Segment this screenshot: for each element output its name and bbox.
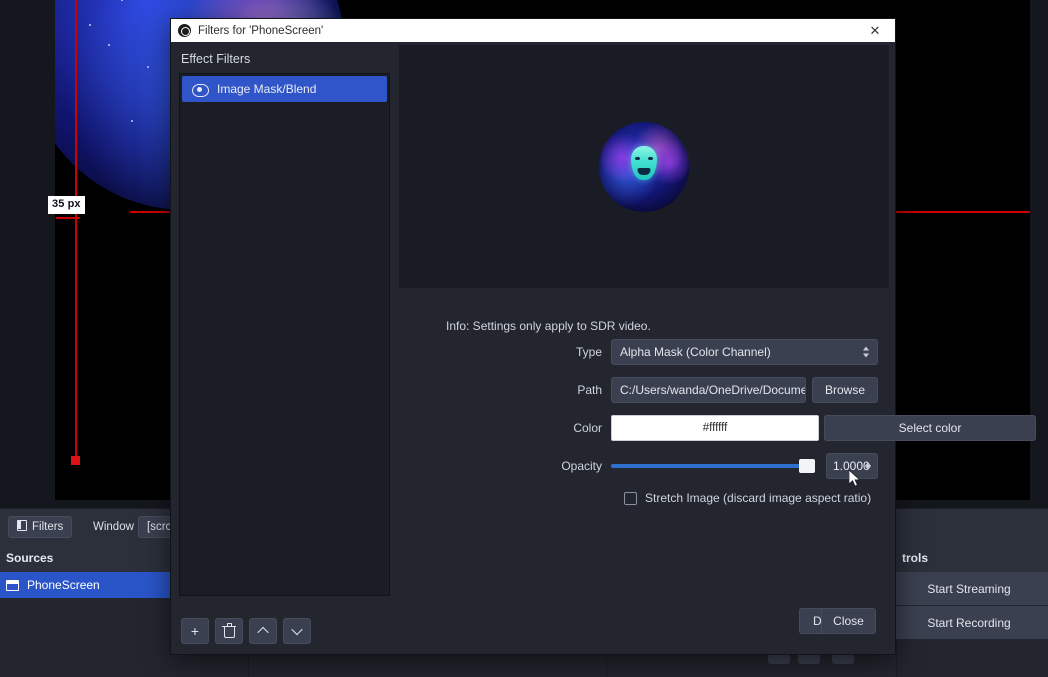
color-swatch-input[interactable]: #ffffff (611, 415, 819, 441)
opacity-spinner-icon[interactable] (865, 462, 872, 470)
opacity-slider[interactable] (611, 453, 815, 479)
guide-line-vertical (75, 0, 77, 462)
filter-actions: + (181, 618, 311, 644)
dialog-body: Effect Filters Image Mask/Blend + Info: … (171, 42, 1036, 654)
color-label: Color (573, 421, 602, 435)
opacity-row: Opacity 1.0000 (398, 453, 895, 479)
start-recording-button[interactable]: Start Recording (896, 606, 1048, 640)
remove-filter-button[interactable] (215, 618, 243, 644)
opacity-slider-fill (611, 464, 809, 468)
filters-button[interactable]: Filters (8, 516, 73, 538)
filter-list-item-label: Image Mask/Blend (217, 82, 317, 96)
type-select[interactable]: Alpha Mask (Color Channel) (611, 339, 878, 365)
filter-settings-panel: Info: Settings only apply to SDR video. … (398, 42, 1036, 654)
opacity-slider-handle[interactable] (799, 459, 815, 473)
stretch-image-checkbox[interactable] (624, 491, 637, 505)
filters-icon (17, 520, 27, 531)
opacity-value-input[interactable]: 1.0000 (826, 453, 878, 479)
masked-preview-image (599, 121, 689, 212)
start-streaming-button[interactable]: Start Streaming (896, 572, 1048, 606)
window-label: Window (93, 521, 134, 533)
source-list-item[interactable]: PhoneScreen (0, 572, 178, 598)
effect-filters-panel: Effect Filters Image Mask/Blend + (171, 42, 398, 654)
move-filter-up-button[interactable] (249, 618, 277, 644)
dialog-titlebar[interactable]: Filters for 'PhoneScreen' ✕ (171, 19, 895, 42)
path-row: Path C:/Users/wanda/OneDrive/Documents/p… (398, 377, 895, 403)
path-label: Path (577, 383, 602, 397)
opacity-slider-track[interactable] (611, 459, 815, 473)
filters-dialog: Filters for 'PhoneScreen' ✕ Effect Filte… (170, 18, 1036, 655)
select-color-button[interactable]: Select color (824, 415, 1036, 441)
source-list-item-label: PhoneScreen (27, 578, 100, 592)
close-button[interactable]: Close (821, 608, 876, 634)
close-icon[interactable]: ✕ (855, 19, 895, 42)
browse-button[interactable]: Browse (812, 377, 878, 403)
spinner-updown-icon[interactable] (863, 346, 870, 358)
chevron-down-icon (291, 623, 303, 636)
color-row: Color #ffffff Select color (398, 415, 1036, 441)
effect-filters-header: Effect Filters (181, 52, 251, 66)
type-select-value: Alpha Mask (Color Channel) (620, 345, 771, 359)
filter-video-preview (399, 45, 889, 288)
add-filter-label: + (190, 623, 200, 639)
dialog-footer: Defaults Close (625, 600, 895, 654)
filter-list-item[interactable]: Image Mask/Blend (182, 76, 387, 102)
opacity-label: Opacity (561, 459, 602, 473)
stretch-image-label: Stretch Image (discard image aspect rati… (645, 491, 872, 505)
type-row: Type Alpha Mask (Color Channel) (398, 339, 895, 365)
trash-icon (222, 623, 236, 638)
filter-properties-form: Type Alpha Mask (Color Channel) Path C:/… (398, 339, 1036, 505)
dock-divider (896, 640, 897, 677)
filters-button-label: Filters (32, 521, 64, 533)
sources-dock-title: Sources (0, 544, 178, 572)
dimension-tick (56, 217, 80, 219)
guide-handle[interactable] (71, 456, 80, 465)
dimension-label: 35 px (48, 196, 85, 214)
chevron-up-icon (257, 626, 269, 639)
move-filter-down-button[interactable] (283, 618, 311, 644)
dialog-title: Filters for 'PhoneScreen' (198, 24, 324, 37)
obs-logo-icon (178, 24, 191, 37)
window-icon (6, 579, 19, 591)
type-label: Type (575, 345, 602, 359)
effect-filters-list[interactable]: Image Mask/Blend (179, 73, 390, 596)
add-filter-button[interactable]: + (181, 618, 209, 644)
stretch-image-row[interactable]: Stretch Image (discard image aspect rati… (624, 491, 895, 505)
face-shape (631, 145, 657, 180)
path-input[interactable]: C:/Users/wanda/OneDrive/Documents/pogs-v… (611, 377, 806, 403)
controls-dock-title: trols (896, 544, 1048, 572)
sdr-info-text: Info: Settings only apply to SDR video. (446, 319, 651, 333)
eye-icon[interactable] (192, 82, 209, 97)
